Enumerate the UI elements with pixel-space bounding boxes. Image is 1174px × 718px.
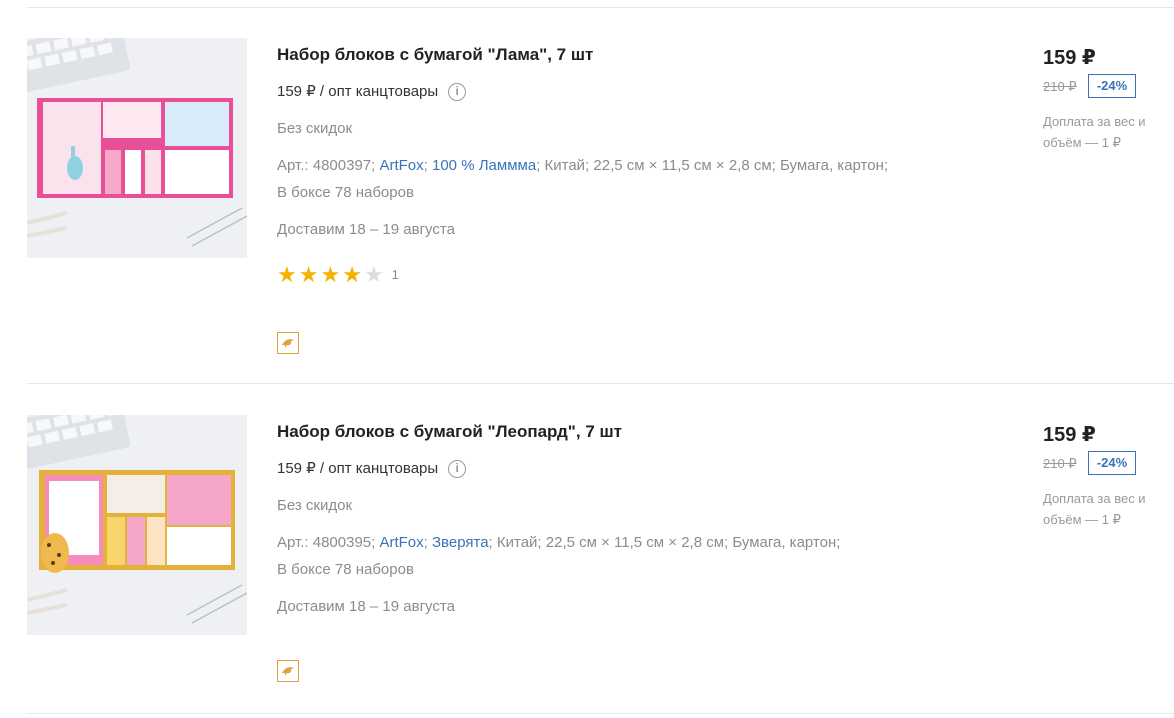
old-price: 210 ₽ [1043,456,1077,471]
wholesale-price-line: 159 ₽ / опт канцтовары i [277,459,467,479]
delivery-date: Доставим 18 – 19 августа [277,598,455,615]
star-empty-icon: ★ [363,262,386,287]
product-meta: Арт.: 4800397; ArtFox; 100 % Ламмма; Кит… [277,157,889,201]
product-image[interactable] [27,38,247,258]
meta-details: Китай; 22,5 см × 11,5 см × 2,8 см; Бумаг… [496,534,841,551]
surcharge-note: Доплата за вес и объём — 1 ₽ [1043,491,1146,527]
brand-link[interactable]: ArtFox [379,534,423,551]
old-price: 210 ₽ [1043,79,1077,94]
star-icon: ★ [320,262,343,287]
divider-bottom [27,713,1174,714]
product-title[interactable]: Набор блоков с бумагой "Лама", 7 шт [277,45,593,65]
meta-details: Китай; 22,5 см × 11,5 см × 2,8 см; Бумаг… [544,157,889,174]
star-icon: ★ [277,262,299,287]
discount-badge: -24% [1088,74,1136,98]
rating-stars[interactable]: ★★★★★ 1 [277,262,399,288]
product-image[interactable] [27,415,247,635]
info-icon[interactable]: i [448,83,467,102]
price: 159 ₽ [1043,47,1096,69]
article-number: Арт.: 4800397; [277,157,376,174]
article-number: Арт.: 4800395; [277,534,376,551]
delivery-date: Доставим 18 – 19 августа [277,221,455,238]
no-discount-label: Без скидок [277,497,352,514]
price: 159 ₽ [1043,424,1096,446]
surcharge-note: Доплата за вес и объём — 1 ₽ [1043,114,1146,150]
series-link[interactable]: 100 % Ламмма [432,157,536,174]
box-quantity: В боксе 78 наборов [277,184,414,201]
no-discount-label: Без скидок [277,120,352,137]
rating-count: 1 [391,267,399,282]
discount-badge: -24% [1088,451,1136,475]
dolphin-icon[interactable] [277,332,299,354]
info-icon[interactable]: i [448,460,467,479]
divider [27,383,1174,384]
series-link[interactable]: Зверята [432,534,489,551]
brand-link[interactable]: ArtFox [379,157,423,174]
wholesale-price-line: 159 ₽ / опт канцтовары i [277,82,467,102]
product-meta: Арт.: 4800395; ArtFox; Зверята; Китай; 2… [277,534,841,578]
product-title[interactable]: Набор блоков с бумагой "Леопард", 7 шт [277,422,622,442]
star-icon: ★ [298,262,321,287]
wholesale-price: 159 ₽ / опт канцтовары [277,460,439,477]
box-quantity: В боксе 78 наборов [277,561,414,578]
star-icon: ★ [342,262,364,287]
divider-top [27,7,1174,8]
wholesale-price: 159 ₽ / опт канцтовары [277,83,439,100]
dolphin-icon[interactable] [277,660,299,682]
